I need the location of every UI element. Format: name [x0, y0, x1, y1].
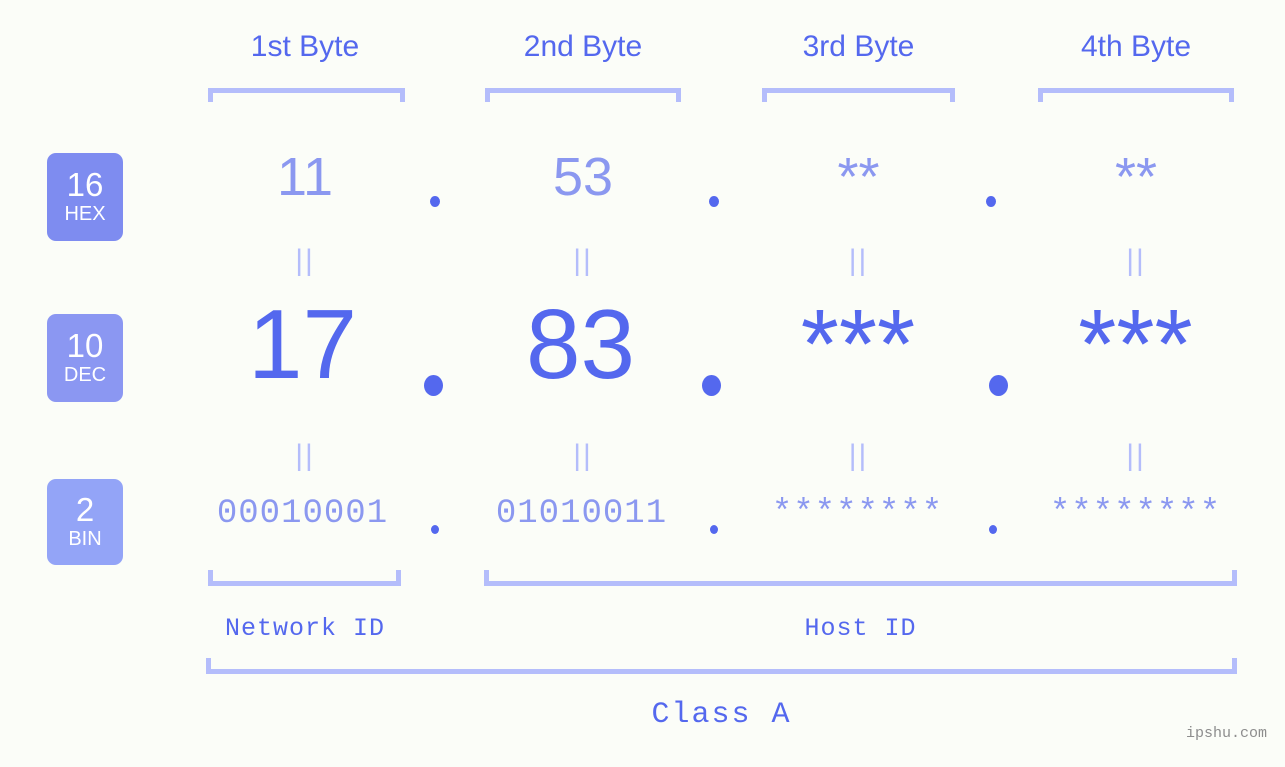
ip-address-breakdown-diagram: 1st Byte 2nd Byte 3rd Byte 4th Byte 16 H… [0, 0, 1285, 767]
hex-separator-dot-2 [709, 196, 719, 207]
dec-byte-2: 83 [525, 289, 635, 399]
bin-byte-1: 00010001 [216, 495, 389, 533]
dec-separator-dot-3 [989, 375, 1008, 396]
base-chip-hex: 16 HEX [47, 153, 123, 241]
hex-separator-dot-3 [986, 196, 996, 207]
bin-separator-dot-2 [710, 525, 718, 534]
equals-dec-bin-3: || [848, 439, 869, 472]
dec-byte-1: 17 [247, 289, 357, 399]
equals-hex-dec-1: || [295, 244, 315, 277]
byte-bracket-2 [485, 88, 681, 102]
base-chip-dec-radix: 10 [66, 327, 104, 364]
base-chip-bin: 2 BIN [47, 479, 123, 565]
byte-bracket-1 [208, 88, 405, 102]
host-id-label: Host ID [804, 614, 917, 643]
base-chip-bin-radix: 2 [75, 491, 95, 528]
hex-byte-3: ** [837, 147, 880, 207]
equals-hex-dec-4: || [1126, 244, 1146, 277]
hex-byte-4: ** [1114, 147, 1158, 207]
network-id-bracket [208, 570, 401, 586]
base-chip-dec: 10 DEC [47, 314, 123, 402]
site-watermark: ipshu.com [1185, 725, 1267, 742]
bin-separator-dot-3 [989, 525, 997, 534]
bin-separator-dot-1 [431, 525, 439, 534]
dec-byte-4: *** [1078, 289, 1193, 399]
bin-byte-3: ******** [771, 495, 944, 533]
byte-header-1: 1st Byte [250, 30, 360, 63]
dec-byte-3: *** [800, 289, 916, 399]
byte-bracket-3 [762, 88, 955, 102]
equals-hex-dec-3: || [848, 244, 869, 277]
base-chip-bin-name: BIN [68, 528, 102, 550]
hex-byte-2: 53 [552, 147, 614, 207]
equals-dec-bin-2: || [573, 439, 593, 472]
base-chip-hex-radix: 16 [66, 166, 104, 203]
bin-byte-2: 01010011 [495, 495, 668, 533]
hex-separator-dot-1 [430, 196, 440, 207]
class-bracket [206, 658, 1237, 674]
dec-separator-dot-2 [702, 375, 721, 396]
host-id-bracket [484, 570, 1237, 586]
byte-bracket-4 [1038, 88, 1234, 102]
byte-header-3: 3rd Byte [802, 30, 915, 63]
equals-dec-bin-1: || [295, 439, 315, 472]
bin-byte-4: ******** [1049, 495, 1222, 533]
network-id-label: Network ID [224, 614, 386, 643]
equals-hex-dec-2: || [573, 244, 593, 277]
class-label: Class A [651, 698, 792, 732]
base-chip-dec-name: DEC [63, 364, 107, 386]
byte-header-2: 2nd Byte [523, 30, 643, 63]
byte-header-4: 4th Byte [1080, 30, 1192, 63]
equals-dec-bin-4: || [1126, 439, 1146, 472]
base-chip-hex-name: HEX [64, 203, 106, 225]
hex-byte-1: 11 [276, 147, 334, 207]
dec-separator-dot-1 [424, 375, 443, 396]
